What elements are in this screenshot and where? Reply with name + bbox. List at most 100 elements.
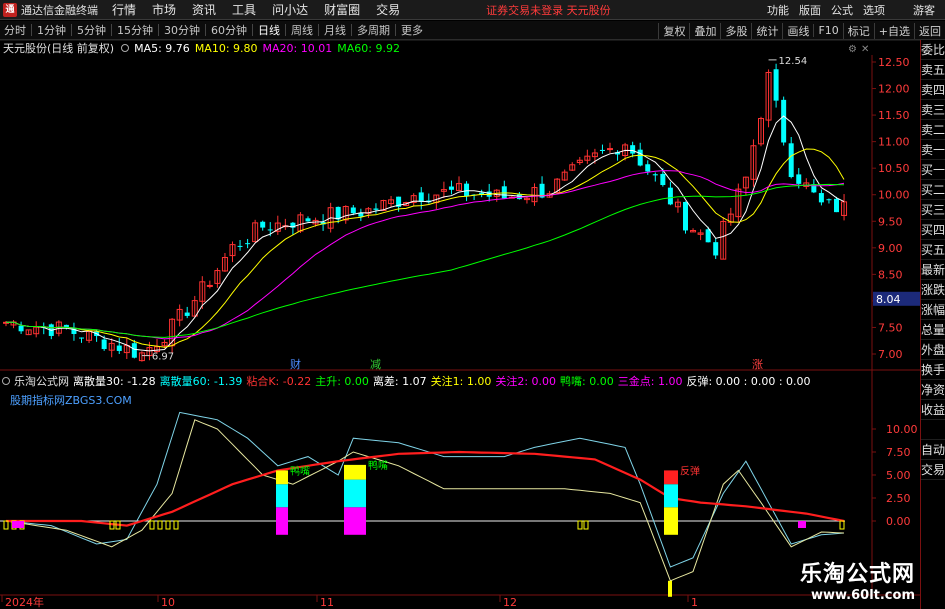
zero-tick [3,520,9,530]
kline-info: 天元股份(日线 前复权) MA5: 9.76 MA10: 9.80 MA20: … [0,40,405,56]
candle-body [637,149,643,166]
app-logo-icon: 通 [3,2,17,17]
sidebar-item-1[interactable]: 卖五 [921,60,945,80]
period-60min[interactable]: 60分钟 [211,22,247,38]
menu-item-options[interactable]: 选项 [863,2,885,18]
price-axis-label: 12.50 [878,56,910,69]
sidebar-item-18[interactable]: 收益 [921,400,945,420]
zero-tick [149,520,155,530]
signal-label: 鸭嘴 [290,464,310,477]
sidebar-item-5[interactable]: 卖一 [921,140,945,160]
menu-item-layout[interactable]: 版面 [799,2,821,18]
period-more[interactable]: 更多 [401,22,423,38]
ma10-line [5,148,845,348]
candle-body [607,148,613,151]
login-notice[interactable]: 证券交易未登录 天元股份 [486,2,611,18]
ma10-label: MA10: 9.80 [194,41,258,55]
tool-multi-stock[interactable]: 多股 [720,22,751,39]
sidebar-item-6[interactable]: 买一 [921,160,945,180]
period-30min[interactable]: 30分钟 [164,22,200,38]
ind-value-5: 关注1: 1.00 [430,374,492,388]
sidebar-item-13[interactable]: 涨幅 [921,300,945,320]
sidebar-item-17[interactable]: 净资 [921,380,945,400]
ma60-line [5,183,845,338]
menu-item-quotes[interactable]: 行情 [112,1,136,18]
candle-body [652,174,658,176]
price-axis-label: 10.50 [878,162,910,175]
menu-item-news[interactable]: 资讯 [192,1,216,18]
sidebar-item-3[interactable]: 卖三 [921,100,945,120]
indicator-axis-label: 0.00 [886,515,911,528]
chart-area[interactable]: ⚙ ✕ 12.546.97财减涨 鸭嘴鸭嘴反弹 12.5012.0011.501… [0,40,920,609]
indicator-toggle-icon[interactable] [2,376,10,385]
menu-item-ask[interactable]: 问小达 [272,1,308,18]
signal-bar [344,479,366,508]
period-5min[interactable]: 5分钟 [77,22,106,38]
sidebar-item-2[interactable]: 卖四 [921,80,945,100]
period-bar: 分时 1分钟 5分钟 15分钟 30分钟 60分钟 日线 周线 月线 多周期 更… [0,21,945,40]
menu-item-function[interactable]: 功能 [767,2,789,18]
period-daily[interactable]: 日线 [258,22,280,38]
chart-toggle-icon[interactable] [121,44,130,52]
menu-item-formula[interactable]: 公式 [831,2,853,18]
sidebar-item-auto[interactable]: 自动 [921,440,945,460]
indicator-info: 乐淘公式网 离散量30: -1.28 离散量60: -1.39 粘合K: -0.… [0,373,815,388]
menu-item-market[interactable]: 市场 [152,1,176,18]
right-sidebar: 委比 卖五 卖四 卖三 卖二 卖一 买一 买二 买三 买四 买五 最新 涨跌 涨… [920,40,945,609]
menu-item-tools[interactable]: 工具 [232,1,256,18]
candle-body [599,149,605,151]
candle-body [464,183,470,197]
stock-title[interactable]: 天元股份(日线 前复权) [3,40,114,56]
event-marker: 财 [290,357,301,371]
tool-overlay[interactable]: 叠加 [689,22,720,39]
period-multi[interactable]: 多周期 [357,22,390,38]
dispersion30-line [5,411,845,568]
period-15min[interactable]: 15分钟 [117,22,153,38]
candle-body [373,208,379,210]
period-monthly[interactable]: 月线 [324,22,346,38]
sidebar-item-15[interactable]: 外盘 [921,340,945,360]
price-axis-label: 11.50 [878,109,910,122]
candle-body [18,325,24,332]
tool-statistics[interactable]: 统计 [751,22,782,39]
sidebar-item-11[interactable]: 最新 [921,260,945,280]
guest-user[interactable]: 游客 [913,2,935,18]
tool-mark[interactable]: 标记 [842,22,874,39]
tool-add-watchlist[interactable]: +自选 [873,22,914,39]
tool-draw-line[interactable]: 画线 [782,22,813,39]
sidebar-item-9[interactable]: 买四 [921,220,945,240]
period-1min[interactable]: 1分钟 [37,22,66,38]
settings-icon[interactable]: ⚙ [848,44,857,55]
sidebar-item-8[interactable]: 买三 [921,200,945,220]
signal-bar [664,484,678,508]
sidebar-item-trade[interactable]: 交易 [921,460,945,480]
sidebar-item-10[interactable]: 买五 [921,240,945,260]
sidebar-item-7[interactable]: 买二 [921,180,945,200]
sidebar-item-12[interactable]: 涨跌 [921,280,945,300]
candle-body [788,143,794,178]
ind-value-7: 鸭嘴: 0.00 [560,374,614,388]
tool-back[interactable]: 返回 [914,22,945,39]
signal-label: 鸭嘴 [368,459,388,472]
period-intraday[interactable]: 分时 [4,22,26,38]
price-axis-label: 9.00 [878,242,903,255]
candle-body [245,243,251,245]
candle-body [705,229,711,243]
menu-item-trade[interactable]: 交易 [376,1,400,18]
indicator-name[interactable]: 乐淘公式网 [14,373,69,389]
menu-item-wealth[interactable]: 财富圈 [324,1,360,18]
close-icon[interactable]: ✕ [861,44,869,55]
dispersion60-line [5,419,845,582]
zero-tick [165,520,171,530]
zero-tick [157,520,163,530]
period-weekly[interactable]: 周线 [291,22,313,38]
candle-body [101,339,107,350]
tool-f10[interactable]: F10 [813,24,842,37]
high-annotation: 12.54 [779,56,808,67]
tool-restore-rights[interactable]: 复权 [658,22,689,39]
sidebar-item-4[interactable]: 卖二 [921,120,945,140]
ind-value-1: 离散量60: -1.39 [159,374,243,388]
sidebar-item-16[interactable]: 换手 [921,360,945,380]
sidebar-item-14[interactable]: 总量 [921,320,945,340]
sidebar-item-0[interactable]: 委比 [921,40,945,60]
